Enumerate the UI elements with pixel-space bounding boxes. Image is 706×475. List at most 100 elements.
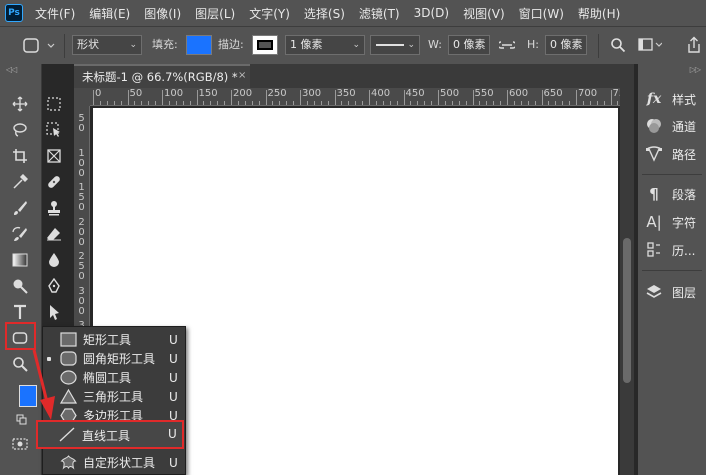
ruler-tick bbox=[93, 90, 94, 105]
fill-swatch[interactable] bbox=[186, 35, 212, 55]
horizontal-ruler[interactable]: 0 50 100 150 200 250 300 350 400 450 500 550 600 650 7… bbox=[90, 88, 620, 106]
ruler-tick bbox=[334, 90, 336, 105]
ruler-tick bbox=[168, 101, 170, 105]
panel-styles[interactable]: fx 样式 bbox=[638, 88, 706, 110]
pen-tool-icon[interactable] bbox=[45, 277, 63, 295]
move-tool-icon[interactable] bbox=[11, 95, 29, 113]
stroke-type-select[interactable]: ⌄ bbox=[370, 35, 420, 55]
ruler-tick bbox=[534, 101, 536, 105]
link-icon[interactable] bbox=[497, 38, 517, 52]
type-tool-icon[interactable] bbox=[11, 303, 29, 321]
close-icon[interactable]: × bbox=[238, 70, 246, 81]
ruler-tick bbox=[258, 101, 260, 105]
menu-layer[interactable]: 图层(L) bbox=[195, 5, 235, 22]
lasso-tool-icon[interactable] bbox=[11, 121, 29, 139]
ruler-tick bbox=[237, 101, 239, 105]
ruler-label: 700 bbox=[578, 88, 598, 99]
menu-filter[interactable]: 滤镜(T) bbox=[359, 5, 400, 22]
path-selection-tool-icon[interactable] bbox=[45, 303, 63, 321]
menu-select[interactable]: 选择(S) bbox=[304, 5, 345, 22]
vertical-scrollbar[interactable] bbox=[620, 88, 634, 475]
flyout-item-line-tool[interactable]: 直线工具 U bbox=[36, 420, 184, 449]
quick-mask-icon[interactable] bbox=[12, 438, 28, 450]
clone-stamp-tool-icon[interactable] bbox=[45, 199, 63, 217]
ruler-label: 300 bbox=[302, 88, 322, 99]
workspace-icon[interactable] bbox=[638, 37, 663, 53]
eyedropper-tool-icon[interactable] bbox=[11, 173, 29, 191]
ruler-tick bbox=[113, 101, 115, 105]
flyout-item-custom-shape-tool[interactable]: 自定形状工具 U bbox=[43, 453, 185, 472]
menu-help[interactable]: 帮助(H) bbox=[578, 5, 620, 22]
ruler-tick bbox=[472, 90, 474, 105]
height-value: 0 像素 bbox=[550, 38, 583, 51]
ruler-label: 400 bbox=[371, 88, 391, 99]
mode-select[interactable]: 形状 ⌄ bbox=[72, 35, 142, 55]
gradient-tool-icon[interactable] bbox=[11, 251, 29, 269]
brush-tool-icon[interactable] bbox=[11, 199, 29, 217]
history-brush-tool-icon[interactable] bbox=[11, 225, 29, 243]
channels-icon bbox=[642, 117, 666, 135]
ruler-tick bbox=[162, 90, 163, 105]
object-select-tool-icon[interactable] bbox=[45, 121, 63, 139]
ruler-tick bbox=[389, 101, 391, 105]
flyout-item-label: 直线工具 bbox=[82, 429, 131, 443]
ruler-tick bbox=[451, 101, 453, 105]
stroke-width-select[interactable]: 1 像素 ⌄ bbox=[285, 35, 365, 55]
menu-view[interactable]: 视图(V) bbox=[463, 5, 505, 22]
marquee-tool-icon[interactable] bbox=[45, 95, 63, 113]
collapse-panel-icon[interactable]: ▷▷ bbox=[690, 65, 701, 74]
fx-icon: fx bbox=[646, 91, 662, 107]
collapse-panel-icon[interactable]: ◁◁ bbox=[6, 65, 17, 74]
crop-tool-icon[interactable] bbox=[11, 147, 29, 165]
ruler-tick bbox=[313, 101, 315, 105]
width-input[interactable]: 0 像素 bbox=[448, 35, 490, 55]
share-icon[interactable] bbox=[686, 36, 702, 54]
flyout-item-label: 矩形工具 bbox=[83, 333, 132, 347]
panel-history-label: 历... bbox=[672, 243, 696, 258]
ruler-label: 200 bbox=[233, 88, 253, 99]
scrollbar-thumb[interactable] bbox=[623, 238, 631, 383]
ruler-tick bbox=[306, 101, 308, 105]
document-tab[interactable]: 未标题-1 @ 66.7%(RGB/8) * × bbox=[74, 64, 250, 88]
panel-character-label: 字符 bbox=[672, 215, 697, 230]
panel-paths[interactable]: 路径 bbox=[638, 143, 706, 165]
ruler-tick bbox=[99, 101, 101, 105]
flyout-item-rectangle-tool[interactable]: 矩形工具 U bbox=[43, 330, 185, 349]
panel-layers[interactable]: 图层 bbox=[638, 281, 706, 303]
swap-colors-icon[interactable] bbox=[16, 414, 28, 426]
ruler-tick bbox=[155, 101, 157, 105]
shortcut-key: U bbox=[169, 455, 178, 470]
flyout-item-label: 自定形状工具 bbox=[83, 456, 156, 470]
menu-window[interactable]: 窗口(W) bbox=[519, 5, 564, 22]
height-input[interactable]: 0 像素 bbox=[545, 35, 587, 55]
panel-history[interactable]: 历... bbox=[638, 239, 706, 261]
healing-brush-tool-icon[interactable] bbox=[45, 173, 63, 191]
height-label: H: bbox=[527, 38, 539, 51]
zoom-tool-icon[interactable] bbox=[11, 355, 29, 373]
photoshop-logo[interactable]: Ps bbox=[5, 4, 23, 22]
ruler-tick bbox=[424, 101, 426, 105]
panel-channels[interactable]: 通道 bbox=[638, 115, 706, 137]
blur-tool-icon[interactable] bbox=[45, 251, 63, 269]
ruler-label: 2 0 0 bbox=[78, 216, 85, 248]
history-icon bbox=[642, 241, 666, 259]
ruler-label: 3 0 0 bbox=[78, 285, 85, 317]
ruler-label: 450 bbox=[405, 88, 425, 99]
ruler-tick bbox=[527, 101, 529, 105]
menu-file[interactable]: 文件(F) bbox=[35, 5, 75, 22]
menu-3d[interactable]: 3D(D) bbox=[414, 6, 449, 20]
dodge-tool-icon[interactable] bbox=[11, 277, 29, 295]
menu-edit[interactable]: 编辑(E) bbox=[89, 5, 130, 22]
ruler-tick bbox=[569, 101, 571, 105]
tool-preset-picker[interactable] bbox=[18, 36, 58, 56]
stroke-swatch[interactable] bbox=[252, 35, 278, 55]
menu-type[interactable]: 文字(Y) bbox=[249, 5, 290, 22]
frame-tool-icon[interactable] bbox=[45, 147, 63, 165]
eraser-tool-icon[interactable] bbox=[45, 225, 63, 243]
panel-character[interactable]: A| 字符 bbox=[638, 211, 706, 233]
panel-paragraph[interactable]: ¶ 段落 bbox=[638, 183, 706, 205]
ruler-tick bbox=[396, 101, 398, 105]
search-icon[interactable] bbox=[610, 37, 626, 53]
chevron-down-icon: ⌄ bbox=[352, 40, 360, 50]
menu-image[interactable]: 图像(I) bbox=[144, 5, 181, 22]
